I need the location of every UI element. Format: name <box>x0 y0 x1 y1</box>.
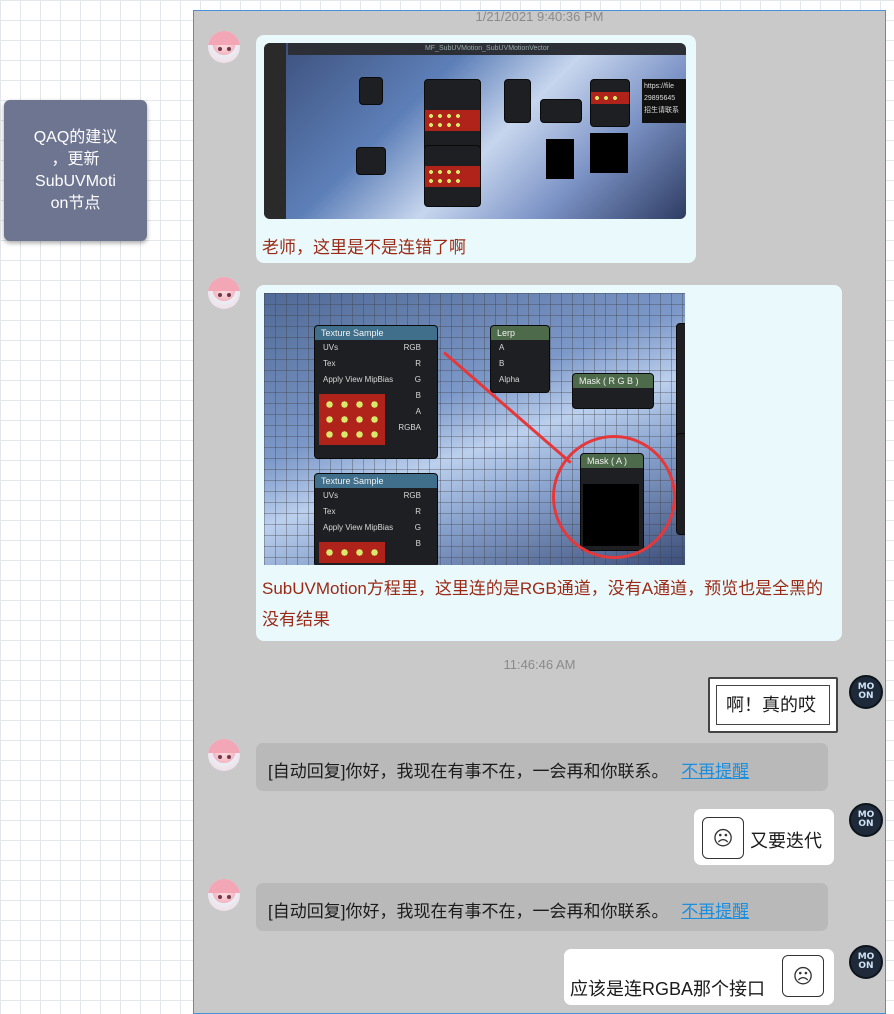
texture-sample-node-2: Texture Sample UVs RGB Tex R Apply View Mi… <box>314 473 438 565</box>
auto-reply-bubble-2[interactable]: [自动回复]你好，我现在有事不在，一会再和你联系。 不再提醒 <box>256 883 828 931</box>
sticker-emoji-icon: ☹ <box>782 955 824 997</box>
message-bubble-3[interactable]: 啊！真的哎 <box>708 677 838 733</box>
screenshot-title: MF_SubUVMotion_SubUVMotionVector <box>288 43 686 55</box>
no-remind-link-2[interactable]: 不再提醒 <box>681 902 749 921</box>
sender-avatar[interactable] <box>208 277 240 309</box>
annotation-circle <box>552 435 676 559</box>
sender-avatar[interactable] <box>208 879 240 911</box>
lerp-node: Lerp A B Alpha <box>490 325 550 393</box>
chat-window[interactable]: 1/21/2021 9:40:36 PM MF_SubUVMotion_SubU… <box>193 10 886 1014</box>
auto-reply-text-1: [自动回复]你好，我现在有事不在，一会再和你联系。 <box>268 762 669 781</box>
sticker-emoji-icon: ☹ <box>702 817 744 859</box>
timestamp-second: 11:46:46 AM <box>503 657 576 672</box>
sender-avatar[interactable] <box>208 31 240 63</box>
screenshot-image-2[interactable]: Texture Sample UVs RGB Tex R Apply View Mi… <box>264 293 685 565</box>
screenshot-image-1[interactable]: MF_SubUVMotion_SubUVMotionVector https:/… <box>264 43 686 219</box>
auto-reply-text-2: [自动回复]你好，我现在有事不在，一会再和你联系。 <box>268 902 669 921</box>
sender-avatar[interactable] <box>208 739 240 771</box>
sticky-note-text: QAQ的建议 ，更新 SubUVMoti on节点 <box>33 128 118 212</box>
my-avatar[interactable]: MO ON <box>849 675 883 709</box>
message-text-3: 啊！真的哎 <box>726 695 816 715</box>
message-text-2: SubUVMotion方程里，这里连的是RGB通道，没有A通道，预览也是全黑的没… <box>262 579 824 629</box>
texture-sample-node-1: Texture Sample UVs RGB Tex R Apply View Mi… <box>314 325 438 459</box>
message-bubble-7[interactable]: 应该是连RGBA那个接口 ☹ <box>564 949 834 1005</box>
message-bubble-2[interactable]: Texture Sample UVs RGB Tex R Apply View Mi… <box>256 285 842 641</box>
mask-rgb-node: Mask ( R G B ) <box>572 373 654 409</box>
auto-reply-bubble-1[interactable]: [自动回复]你好，我现在有事不在，一会再和你联系。 不再提醒 <box>256 743 828 791</box>
message-text-1: 老师，这里是不是连错了啊 <box>262 238 466 257</box>
message-text-5: 又要迭代 <box>750 831 822 851</box>
my-avatar[interactable]: MO ON <box>849 803 883 837</box>
sticky-note[interactable]: QAQ的建议 ，更新 SubUVMoti on节点 <box>4 100 147 241</box>
message-bubble-5[interactable]: ☹ 又要迭代 <box>694 809 834 865</box>
message-bubble-1[interactable]: MF_SubUVMotion_SubUVMotionVector https:/… <box>256 35 696 263</box>
message-text-7: 应该是连RGBA那个接口 <box>570 979 766 999</box>
screenshot-info-panel: https://file 29895645 招生请联系 <box>642 79 686 123</box>
no-remind-link-1[interactable]: 不再提醒 <box>681 762 749 781</box>
timestamp-first: 1/21/2021 9:40:36 PM <box>475 10 604 24</box>
my-avatar[interactable]: MO ON <box>849 945 883 979</box>
